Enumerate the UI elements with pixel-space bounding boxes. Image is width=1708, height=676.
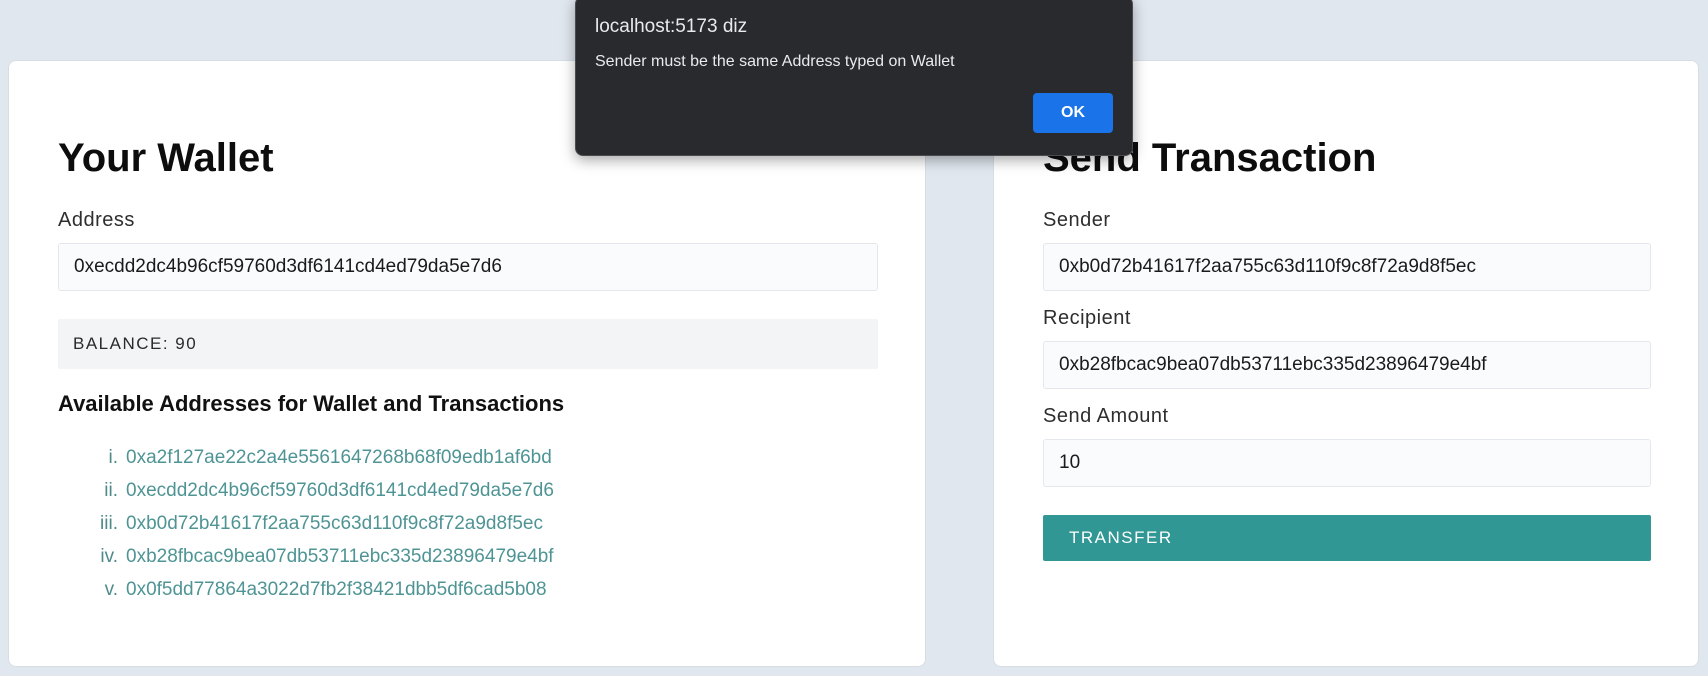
sender-input[interactable] [1043, 243, 1651, 291]
list-item: iii. 0xb0d72b41617f2aa755c63d110f9c8f72a… [58, 507, 554, 540]
list-item-number: v. [104, 579, 118, 600]
balance-display: BALANCE: 90 [58, 319, 878, 369]
address-link[interactable]: 0xecdd2dc4b96cf59760d3df6141cd4ed79da5e7… [126, 474, 554, 507]
address-link[interactable]: 0xb0d72b41617f2aa755c63d110f9c8f72a9d8f5… [126, 507, 543, 540]
dialog-message: Sender must be the same Address typed on… [595, 53, 955, 70]
sender-label: Sender [1043, 209, 1111, 231]
send-amount-input[interactable] [1043, 439, 1651, 487]
wallet-title: Your Wallet [58, 136, 274, 180]
list-item-number: i. [108, 447, 119, 468]
address-label: Address [58, 209, 135, 231]
list-item: v. 0x0f5dd77864a3022d7fb2f38421dbb5df6ca… [58, 573, 554, 606]
list-item: ii. 0xecdd2dc4b96cf59760d3df6141cd4ed79d… [58, 474, 554, 507]
address-input[interactable] [58, 243, 878, 291]
available-addresses-title: Available Addresses for Wallet and Trans… [58, 391, 565, 416]
address-link[interactable]: 0xa2f127ae22c2a4e5561647268b68f09edb1af6… [126, 441, 552, 474]
list-item-number: ii. [104, 480, 118, 501]
list-item-number: iv. [100, 546, 118, 567]
address-list: i. 0xa2f127ae22c2a4e5561647268b68f09edb1… [58, 441, 554, 606]
alert-dialog: localhost:5173 diz Sender must be the sa… [575, 0, 1133, 156]
list-item: i. 0xa2f127ae22c2a4e5561647268b68f09edb1… [58, 441, 554, 474]
list-item-number: iii. [100, 513, 118, 534]
send-amount-label: Send Amount [1043, 405, 1169, 427]
address-link[interactable]: 0xb28fbcac9bea07db53711ebc335d23896479e4… [126, 540, 554, 573]
ok-button[interactable]: OK [1033, 93, 1113, 133]
recipient-label: Recipient [1043, 307, 1131, 329]
list-item: iv. 0xb28fbcac9bea07db53711ebc335d238964… [58, 540, 554, 573]
address-link[interactable]: 0x0f5dd77864a3022d7fb2f38421dbb5df6cad5b… [126, 573, 547, 606]
transfer-button[interactable]: TRANSFER [1043, 515, 1651, 561]
dialog-title: localhost:5173 diz [595, 16, 748, 37]
recipient-input[interactable] [1043, 341, 1651, 389]
